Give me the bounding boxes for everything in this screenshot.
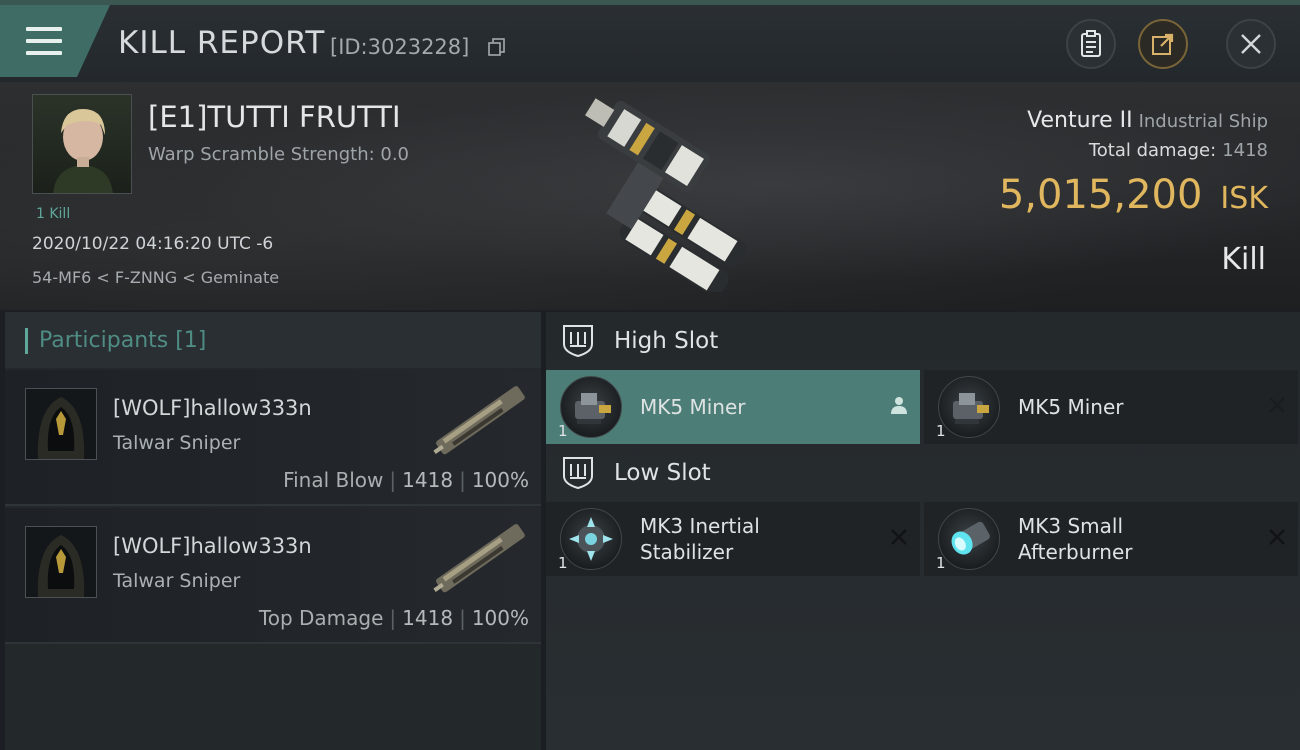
share-button[interactable] (1138, 19, 1188, 69)
high-slot-label: High Slot (614, 328, 719, 354)
ship-class-text: Industrial Ship (1138, 111, 1268, 132)
hooded-avatar-icon (37, 535, 85, 597)
ship-name-text: Venture II (1027, 108, 1133, 133)
close-button[interactable] (1226, 19, 1276, 69)
module-quantity: 1 (936, 422, 946, 440)
damage-percent: 100% (471, 606, 529, 630)
report-id: [ID:3023228] (330, 35, 470, 59)
header-accent-bar (25, 328, 28, 354)
participant-ship: Talwar Sniper (113, 432, 241, 454)
participants-title: Participants [1] (39, 328, 207, 353)
kill-count: 1 Kill (36, 206, 71, 222)
close-icon (1241, 34, 1261, 54)
participant-ship-image (433, 386, 525, 455)
module-name: MK5 Miner (1018, 395, 1124, 419)
participant-ship: Talwar Sniper (113, 570, 241, 592)
kill-result: Kill (1221, 242, 1266, 277)
participant-ship-image (433, 524, 525, 593)
page-title: KILL REPORT (118, 25, 326, 61)
module-low-1[interactable]: 1 MK3 Inertial Stabilizer (546, 502, 920, 576)
warp-scramble-strength: Warp Scramble Strength: 0.0 (148, 144, 410, 165)
module-high-2[interactable]: 1 MK5 Miner (924, 370, 1298, 444)
module-low-2[interactable]: 1 MK3 Small Afterburner (924, 502, 1298, 576)
participant-stats: Top Damage | 1418 | 100% (258, 606, 529, 630)
total-damage: Total damage: 1418 (1089, 140, 1268, 161)
module-quantity: 1 (558, 422, 568, 440)
copy-icon[interactable] (488, 38, 506, 56)
miner-icon (938, 376, 1000, 438)
total-damage-value: 1418 (1222, 140, 1268, 161)
module-name-line2: Afterburner (1018, 540, 1133, 564)
participant-name: [WOLF]hallow333n (113, 396, 312, 420)
x-icon (1269, 397, 1285, 413)
victim-banner: [E1]TUTTI FRUTTI Warp Scramble Strength:… (0, 82, 1300, 310)
victim-ship-name[interactable]: Venture II Industrial Ship (1027, 108, 1268, 133)
low-slot-icon (563, 457, 593, 490)
fitting-panel: High Slot 1 MK5 Miner 1 MK5 Miner Low Sl… (546, 312, 1300, 750)
low-slot-header: Low Slot (546, 444, 1300, 504)
miner-icon (560, 376, 622, 438)
total-damage-label: Total damage: (1088, 140, 1217, 161)
x-icon (891, 529, 907, 545)
x-icon (1269, 529, 1285, 545)
avatar (25, 526, 97, 598)
module-quantity: 1 (936, 554, 946, 572)
victim-name[interactable]: [E1]TUTTI FRUTTI (148, 100, 401, 134)
menu-button[interactable] (0, 5, 110, 77)
participant-name: [WOLF]hallow333n (113, 534, 312, 558)
afterburner-icon (938, 508, 1000, 570)
share-icon (1152, 33, 1174, 55)
high-slot-header: High Slot (546, 312, 1300, 372)
low-slot-label: Low Slot (614, 460, 711, 486)
hamburger-menu-icon (26, 27, 62, 55)
victim-portrait[interactable] (32, 94, 132, 194)
module-name: MK3 Inertial Stabilizer (640, 513, 760, 565)
isk-value: 5,015,200 ISK (999, 172, 1268, 218)
isk-amount: 5,015,200 (998, 172, 1203, 218)
person-icon (891, 397, 907, 414)
damage-percent: 100% (471, 468, 529, 492)
hooded-avatar-icon (37, 397, 85, 459)
clipboard-icon (1081, 30, 1101, 57)
module-name-line2: Stabilizer (640, 540, 734, 564)
isk-unit: ISK (1220, 181, 1268, 216)
blow-type-label: Top Damage (258, 606, 384, 630)
clipboard-button[interactable] (1066, 19, 1116, 69)
participant-row[interactable]: [WOLF]hallow333n Talwar Sniper Top Damag… (5, 508, 541, 644)
module-quantity: 1 (558, 554, 568, 572)
header-bar: KILL REPORT [ID:3023228] (0, 5, 1300, 82)
participant-stats: Final Blow | 1418 | 100% (283, 468, 529, 492)
high-slot-icon (563, 325, 593, 358)
participant-row[interactable]: [WOLF]hallow333n Talwar Sniper Final Blo… (5, 370, 541, 506)
kill-datetime: 2020/10/22 04:16:20 UTC -6 (32, 234, 274, 254)
module-name: MK3 Small Afterburner (1018, 513, 1132, 565)
inertial-stabilizer-icon (560, 508, 622, 570)
victim-ship-image[interactable] (535, 92, 775, 292)
module-name-line1: MK3 Small (1018, 514, 1123, 538)
module-high-1[interactable]: 1 MK5 Miner (546, 370, 920, 444)
participants-panel: Participants [1] [WOLF]hallow333n Talwar… (5, 312, 541, 750)
kill-location[interactable]: 54-MF6 < F-ZNNG < Geminate (32, 268, 279, 287)
module-name: MK5 Miner (640, 395, 746, 419)
damage-value: 1418 (402, 606, 454, 630)
participants-header[interactable]: Participants [1] (5, 312, 541, 368)
damage-value: 1418 (402, 468, 454, 492)
avatar (25, 388, 97, 460)
module-name-line1: MK3 Inertial (640, 514, 760, 538)
blow-type-label: Final Blow (283, 468, 384, 492)
avatar (53, 109, 113, 193)
